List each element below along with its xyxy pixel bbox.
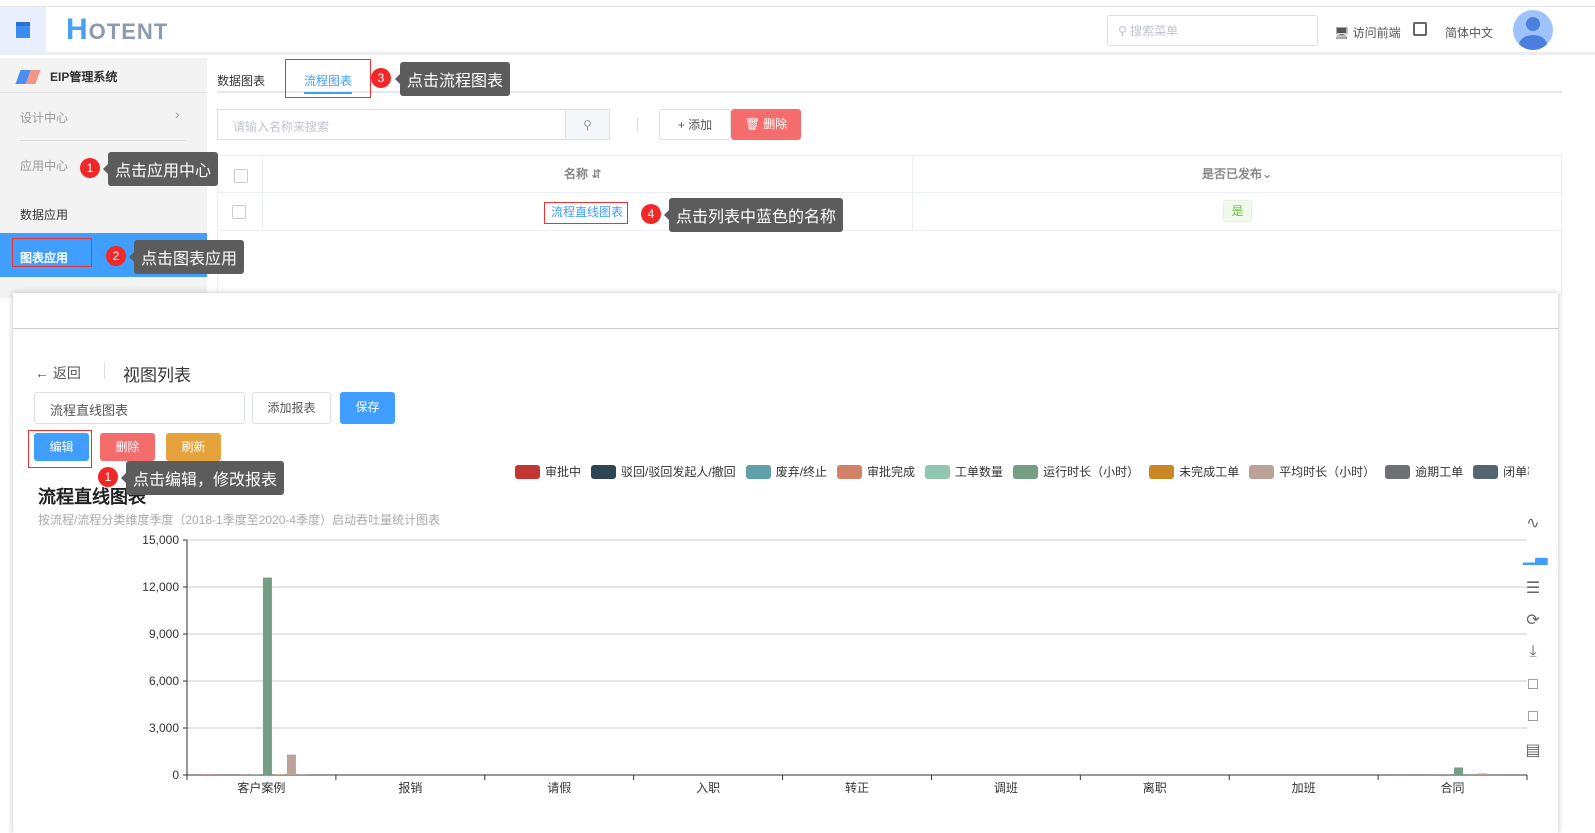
x-tick-label: 请假: [547, 781, 571, 795]
x-tick-label: 报销: [398, 780, 422, 795]
x-tick-label: 离职: [1143, 780, 1167, 795]
bar-chart: 0 3,000 6,000 9,000 12,000 15,000 客户案例 报销 请假 入职 转正…: [0, 0, 1595, 829]
x-tick-label: 入职: [696, 781, 720, 795]
zoom-icon[interactable]: □: [1523, 676, 1543, 696]
y-tick-label: 0: [172, 768, 179, 782]
refresh-icon[interactable]: ⟳: [1523, 610, 1543, 630]
line-chart-icon[interactable]: ∿: [1523, 513, 1543, 533]
x-tick-label: 转正: [845, 780, 869, 795]
x-tick-label: 客户案例: [237, 780, 285, 795]
y-tick-label: 9,000: [149, 627, 179, 641]
bar: [287, 755, 296, 775]
x-tick-label: 加班: [1292, 781, 1316, 795]
x-tick-label: 合同: [1441, 780, 1465, 795]
bar: [263, 578, 272, 775]
y-tick-label: 6,000: [149, 674, 179, 688]
bar: [1478, 773, 1487, 775]
download-icon[interactable]: ⤓: [1523, 643, 1543, 663]
data-view-icon[interactable]: ▤: [1523, 740, 1543, 760]
x-tick-label: 调班: [994, 781, 1018, 795]
zoom-reset-icon[interactable]: □: [1523, 708, 1543, 728]
y-tick-label: 15,000: [142, 533, 179, 547]
bar: [1454, 767, 1463, 775]
y-tick-label: 12,000: [142, 580, 179, 594]
y-tick-label: 3,000: [149, 721, 179, 735]
bar-chart-icon[interactable]: ▁▃: [1523, 546, 1543, 566]
stack-icon[interactable]: ☰: [1523, 578, 1543, 598]
